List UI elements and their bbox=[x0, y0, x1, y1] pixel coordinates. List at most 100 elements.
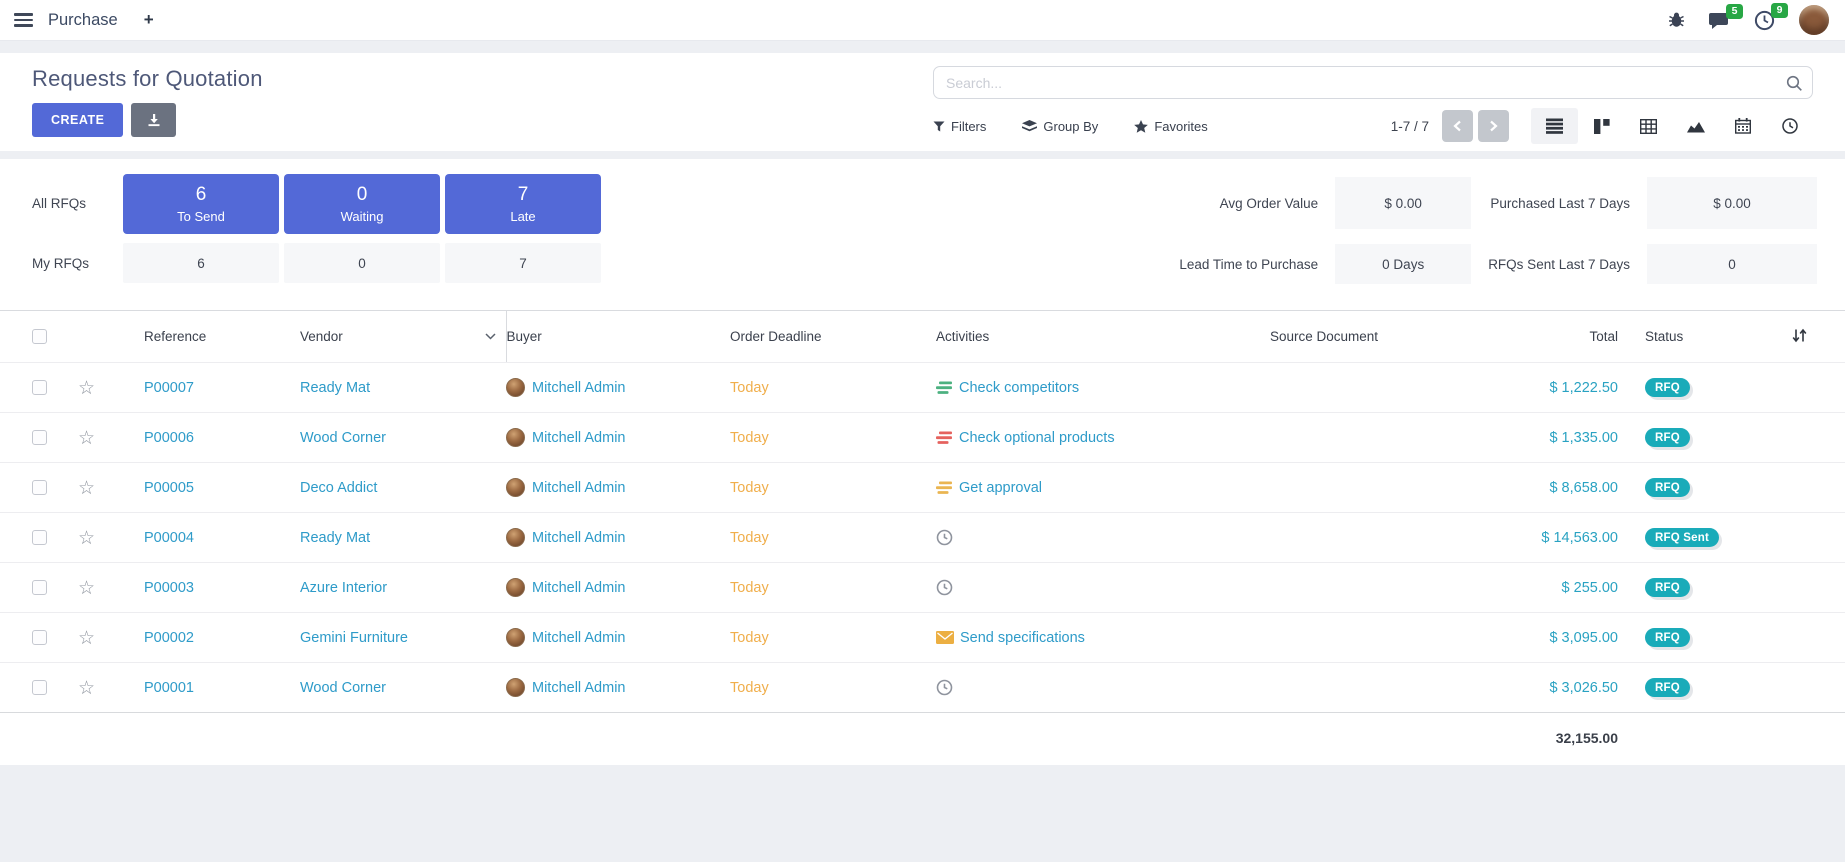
table-row[interactable]: ☆ P00002 Gemini Furniture Mitchell Admin… bbox=[0, 613, 1845, 663]
table-row[interactable]: ☆ P00006 Wood Corner Mitchell Admin Toda… bbox=[0, 413, 1845, 463]
order-deadline[interactable]: Today bbox=[730, 430, 769, 446]
row-checkbox[interactable] bbox=[32, 680, 47, 695]
order-deadline[interactable]: Today bbox=[730, 680, 769, 696]
export-button[interactable] bbox=[131, 103, 176, 137]
buyer-cell[interactable]: Mitchell Admin bbox=[506, 528, 730, 547]
reference-link[interactable]: P00001 bbox=[144, 680, 194, 696]
activity-cell[interactable]: Check competitors bbox=[936, 380, 1270, 396]
activity-cell[interactable] bbox=[936, 679, 1270, 696]
favorite-star-icon[interactable]: ☆ bbox=[78, 377, 95, 399]
table-row[interactable]: ☆ P00005 Deco Addict Mitchell Admin Toda… bbox=[0, 463, 1845, 513]
row-checkbox[interactable] bbox=[32, 480, 47, 495]
reference-link[interactable]: P00006 bbox=[144, 430, 194, 446]
activity-view-button[interactable] bbox=[1766, 108, 1813, 144]
kanban-view-button[interactable] bbox=[1578, 108, 1625, 144]
column-header-total[interactable]: Total bbox=[1460, 311, 1624, 363]
table-row[interactable]: ☆ P00004 Ready Mat Mitchell Admin Today … bbox=[0, 513, 1845, 563]
order-deadline[interactable]: Today bbox=[730, 380, 769, 396]
create-button[interactable]: CREATE bbox=[32, 103, 123, 137]
pager-next-button[interactable] bbox=[1478, 110, 1509, 142]
pivot-view-button[interactable] bbox=[1625, 108, 1672, 144]
messages-icon[interactable]: 5 bbox=[1709, 11, 1730, 30]
my-late-cell[interactable]: 7 bbox=[445, 243, 601, 283]
table-row[interactable]: ☆ P00001 Wood Corner Mitchell Admin Toda… bbox=[0, 663, 1845, 713]
vendor-link[interactable]: Gemini Furniture bbox=[300, 630, 408, 646]
pager-previous-button[interactable] bbox=[1442, 110, 1473, 142]
table-row[interactable]: ☆ P00007 Ready Mat Mitchell Admin Today … bbox=[0, 363, 1845, 413]
calendar-view-button[interactable] bbox=[1719, 108, 1766, 144]
reference-link[interactable]: P00007 bbox=[144, 380, 194, 396]
reference-link[interactable]: P00003 bbox=[144, 580, 194, 596]
order-deadline[interactable]: Today bbox=[730, 630, 769, 646]
buyer-cell[interactable]: Mitchell Admin bbox=[506, 478, 730, 497]
reference-link[interactable]: P00005 bbox=[144, 480, 194, 496]
buyer-cell[interactable]: Mitchell Admin bbox=[506, 428, 730, 447]
vendor-link[interactable]: Wood Corner bbox=[300, 680, 386, 696]
late-card[interactable]: 7Late bbox=[445, 174, 601, 234]
group-by-button[interactable]: Group By bbox=[1022, 119, 1098, 134]
column-header-vendor[interactable]: Vendor bbox=[300, 311, 506, 363]
table-row[interactable]: ☆ P00003 Azure Interior Mitchell Admin T… bbox=[0, 563, 1845, 613]
column-header-source-document[interactable]: Source Document bbox=[1270, 311, 1460, 363]
activity-cell[interactable]: Get approval bbox=[936, 480, 1270, 496]
summary-row: 32,155.00 bbox=[0, 713, 1845, 765]
apps-menu-icon[interactable] bbox=[14, 13, 33, 26]
favorite-star-icon[interactable]: ☆ bbox=[78, 427, 95, 449]
vendor-link[interactable]: Ready Mat bbox=[300, 380, 370, 396]
order-deadline[interactable]: Today bbox=[730, 480, 769, 496]
column-header-status[interactable]: Status bbox=[1624, 311, 1770, 363]
debug-bug-icon[interactable] bbox=[1668, 12, 1685, 28]
new-tab-button[interactable]: + bbox=[144, 10, 154, 30]
activity-cell[interactable]: Check optional products bbox=[936, 430, 1270, 446]
search-input[interactable] bbox=[933, 66, 1813, 99]
my-waiting-cell[interactable]: 0 bbox=[284, 243, 440, 283]
favorite-star-icon[interactable]: ☆ bbox=[78, 577, 95, 599]
row-checkbox[interactable] bbox=[32, 630, 47, 645]
user-avatar[interactable] bbox=[1799, 5, 1829, 35]
activity-label: Send specifications bbox=[960, 630, 1085, 646]
row-checkbox[interactable] bbox=[32, 380, 47, 395]
waiting-card[interactable]: 0Waiting bbox=[284, 174, 440, 234]
buyer-cell[interactable]: Mitchell Admin bbox=[506, 678, 730, 697]
my-to-send-cell[interactable]: 6 bbox=[123, 243, 279, 283]
purchase-dashboard: All RFQs 6To Send 0Waiting 7Late My RFQs… bbox=[0, 173, 1845, 284]
row-checkbox[interactable] bbox=[32, 430, 47, 445]
app-title[interactable]: Purchase bbox=[48, 11, 118, 30]
search-icon[interactable] bbox=[1785, 74, 1803, 92]
optional-columns-button[interactable] bbox=[1770, 328, 1807, 343]
graph-view-button[interactable] bbox=[1672, 108, 1719, 144]
row-checkbox[interactable] bbox=[32, 580, 47, 595]
to-send-card[interactable]: 6To Send bbox=[123, 174, 279, 234]
filters-button[interactable]: Filters bbox=[933, 119, 986, 134]
vendor-link[interactable]: Azure Interior bbox=[300, 580, 387, 596]
reference-link[interactable]: P00004 bbox=[144, 530, 194, 546]
list-view-button[interactable] bbox=[1531, 108, 1578, 144]
favorite-star-icon[interactable]: ☆ bbox=[78, 527, 95, 549]
favorite-star-icon[interactable]: ☆ bbox=[78, 477, 95, 499]
column-header-reference[interactable]: Reference bbox=[108, 311, 300, 363]
favorites-button[interactable]: Favorites bbox=[1134, 119, 1207, 134]
buyer-cell[interactable]: Mitchell Admin bbox=[506, 578, 730, 597]
favorite-star-icon[interactable]: ☆ bbox=[78, 677, 95, 699]
activity-cell[interactable]: Send specifications bbox=[936, 630, 1270, 646]
activity-cell[interactable] bbox=[936, 579, 1270, 596]
column-header-activities[interactable]: Activities bbox=[936, 311, 1270, 363]
order-deadline[interactable]: Today bbox=[730, 530, 769, 546]
buyer-cell[interactable]: Mitchell Admin bbox=[506, 628, 730, 647]
activity-cell[interactable] bbox=[936, 529, 1270, 546]
vendor-link[interactable]: Deco Addict bbox=[300, 480, 377, 496]
main-content: All RFQs 6To Send 0Waiting 7Late My RFQs… bbox=[0, 159, 1845, 765]
order-deadline[interactable]: Today bbox=[730, 580, 769, 596]
buyer-cell[interactable]: Mitchell Admin bbox=[506, 378, 730, 397]
vendor-link[interactable]: Ready Mat bbox=[300, 530, 370, 546]
row-checkbox[interactable] bbox=[32, 530, 47, 545]
pager-value[interactable]: 1-7 / 7 bbox=[1391, 119, 1429, 134]
column-header-buyer[interactable]: Buyer bbox=[506, 311, 730, 363]
activities-clock-icon[interactable]: 9 bbox=[1754, 10, 1775, 31]
reference-link[interactable]: P00002 bbox=[144, 630, 194, 646]
select-all-checkbox[interactable] bbox=[32, 329, 47, 344]
vendor-link[interactable]: Wood Corner bbox=[300, 430, 386, 446]
favorite-star-icon[interactable]: ☆ bbox=[78, 627, 95, 649]
column-header-order-deadline[interactable]: Order Deadline bbox=[730, 311, 936, 363]
activity-view-icon bbox=[1782, 118, 1798, 134]
